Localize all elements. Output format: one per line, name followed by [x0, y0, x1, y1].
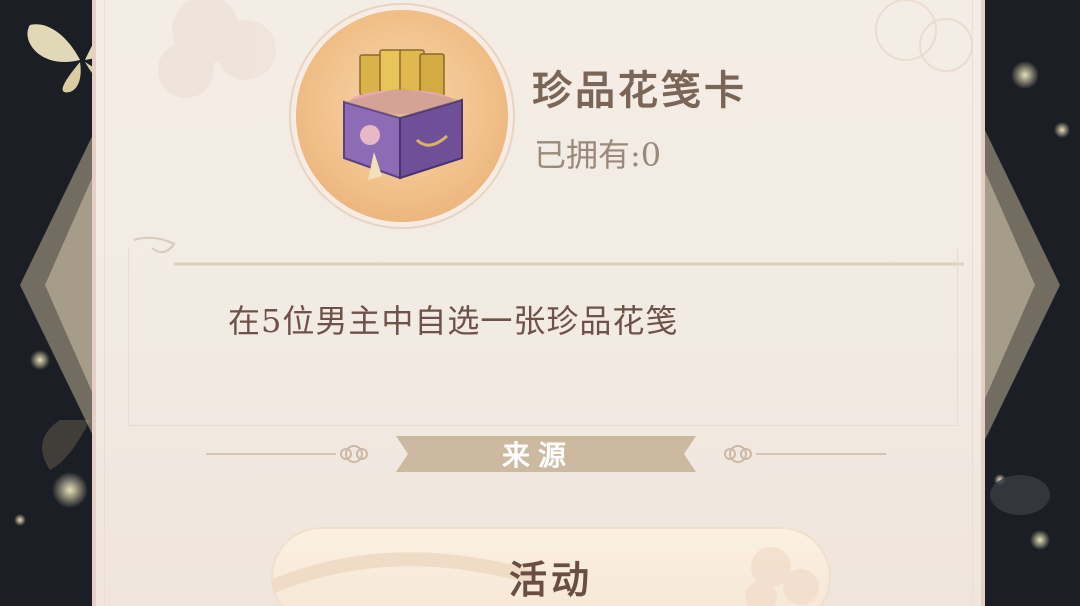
- owned-count: 已拥有:0: [534, 136, 662, 174]
- activity-label: 活动: [508, 557, 593, 602]
- item-name: 珍品花笺卡: [532, 67, 747, 114]
- source-heading: 来源: [501, 439, 574, 472]
- activity-source-button[interactable]: 活动: [271, 527, 831, 606]
- flower-decoration-right: [875, 0, 973, 72]
- item-description: 在5位男主中自选一张珍品花笺: [228, 302, 679, 340]
- item-detail-panel: 珍品花笺卡 已拥有:0 在5位男主中自选一张珍品花笺 来源 活动: [92, 0, 985, 606]
- item-icon-frame: [296, 10, 508, 222]
- treasure-box-card-icon: [343, 49, 463, 180]
- flower-decoration-left: [158, 0, 276, 98]
